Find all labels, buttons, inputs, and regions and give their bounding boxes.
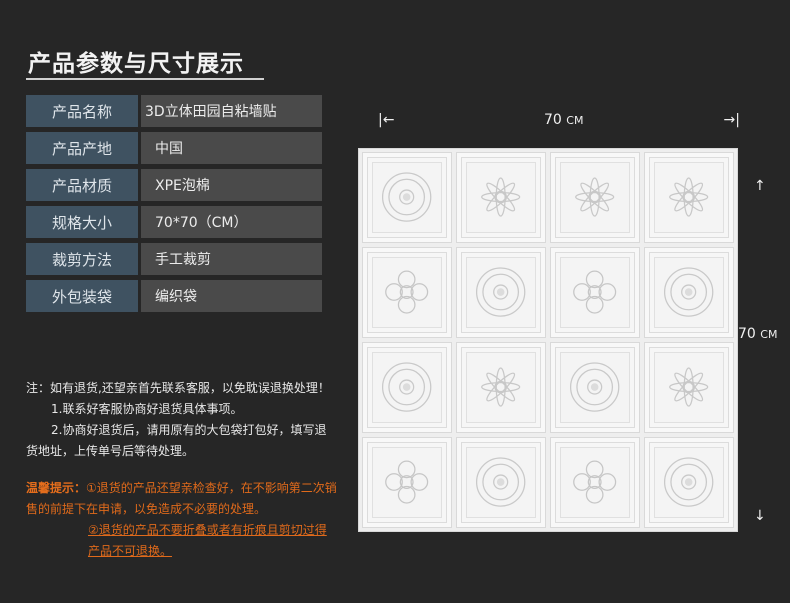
sunflower-tile [644, 437, 734, 528]
spec-row-name: 产品名称 3D立体田园自粘墙贴 [26, 95, 322, 127]
return-notes: 注：如有退货,还望亲首先联系客服，以免耽误退换处理！ 1.联系好客服协商好退货具… [26, 378, 358, 462]
height-value: 70 [738, 326, 756, 342]
daisy-icon [481, 177, 521, 218]
spec-row-material: 产品材质 XPE泡棉 [26, 169, 322, 201]
sunflower-icon [570, 362, 620, 413]
spec-label: 裁剪方法 [26, 243, 138, 275]
sunflower-icon [382, 172, 432, 223]
page-title: 产品参数与尺寸展示 [28, 51, 244, 77]
left-bound-arrow-icon: |← [378, 112, 395, 128]
height-unit: CM [760, 328, 778, 341]
rosette-icon [573, 460, 617, 505]
note-line: 货地址，上传单号后等待处理。 [26, 444, 195, 458]
sunflower-tile [456, 247, 546, 338]
warm-tips-heading: 温馨提示： [26, 481, 87, 495]
right-bound-arrow-icon: →| [723, 112, 740, 128]
spec-value: 中国 [141, 132, 322, 164]
sunflower-icon [476, 267, 526, 318]
sunflower-tile [550, 342, 640, 433]
spec-value: 3D立体田园自粘墙贴 [141, 95, 322, 127]
spec-value: 手工裁剪 [141, 243, 322, 275]
width-label: 70 CM [544, 112, 583, 128]
rosette-icon [385, 460, 429, 505]
sunflower-tile [362, 152, 452, 243]
note-line: 1.联系好客服协商好退货具体事项。 [51, 402, 243, 416]
rosette-tile [362, 437, 452, 528]
note-line: 注：如有退货,还望亲首先联系客服，以免耽误退换处理！ [26, 381, 330, 395]
spec-row-packaging: 外包装袋 编织袋 [26, 280, 322, 312]
sunflower-tile [644, 247, 734, 338]
note-line: 2.协商好退货后，请用原有的大包袋打包好，填写退 [51, 423, 327, 437]
width-dimension: |← 70 CM →| [372, 112, 742, 132]
spec-label: 产品名称 [26, 95, 138, 127]
spec-row-size: 规格大小 70*70（CM） [26, 206, 322, 238]
warm-tips: 温馨提示：①退货的产品还望亲检查好，在不影响第二次销售的前提下在申请，以免造成不… [26, 478, 338, 562]
daisy-tile [644, 152, 734, 243]
spec-label: 规格大小 [26, 206, 138, 238]
spec-value: 编织袋 [141, 280, 322, 312]
down-arrow-icon: ↓ [754, 508, 766, 524]
width-unit: CM [566, 114, 584, 127]
daisy-icon [669, 367, 709, 408]
spec-table: 产品名称 3D立体田园自粘墙贴 产品产地 中国 产品材质 XPE泡棉 规格大小 … [26, 95, 322, 317]
spec-value: XPE泡棉 [141, 169, 322, 201]
spec-label: 产品产地 [26, 132, 138, 164]
sunflower-icon [382, 362, 432, 413]
daisy-tile [456, 342, 546, 433]
spec-value: 70*70（CM） [141, 206, 322, 238]
rosette-tile [362, 247, 452, 338]
spec-row-origin: 产品产地 中国 [26, 132, 322, 164]
daisy-tile [550, 152, 640, 243]
sunflower-tile [456, 437, 546, 528]
spec-row-cutting: 裁剪方法 手工裁剪 [26, 243, 322, 275]
warm-tip-2: ②退货的产品不要折叠或者有折痕且剪切过得产品不可退换。 [88, 523, 327, 558]
width-value: 70 [544, 112, 562, 128]
rosette-tile [550, 247, 640, 338]
rosette-tile [550, 437, 640, 528]
sunflower-icon [664, 267, 714, 318]
sunflower-icon [664, 457, 714, 508]
height-label: 70 CM [738, 326, 777, 342]
rosette-icon [573, 270, 617, 315]
spec-label: 产品材质 [26, 169, 138, 201]
daisy-icon [481, 367, 521, 408]
sunflower-tile [362, 342, 452, 433]
daisy-icon [669, 177, 709, 218]
up-arrow-icon: ↑ [754, 178, 766, 194]
rosette-icon [385, 270, 429, 315]
product-image [358, 148, 738, 532]
spec-label: 外包装袋 [26, 280, 138, 312]
daisy-tile [456, 152, 546, 243]
daisy-icon [575, 177, 615, 218]
daisy-tile [644, 342, 734, 433]
sunflower-icon [476, 457, 526, 508]
title-underline [26, 78, 264, 80]
